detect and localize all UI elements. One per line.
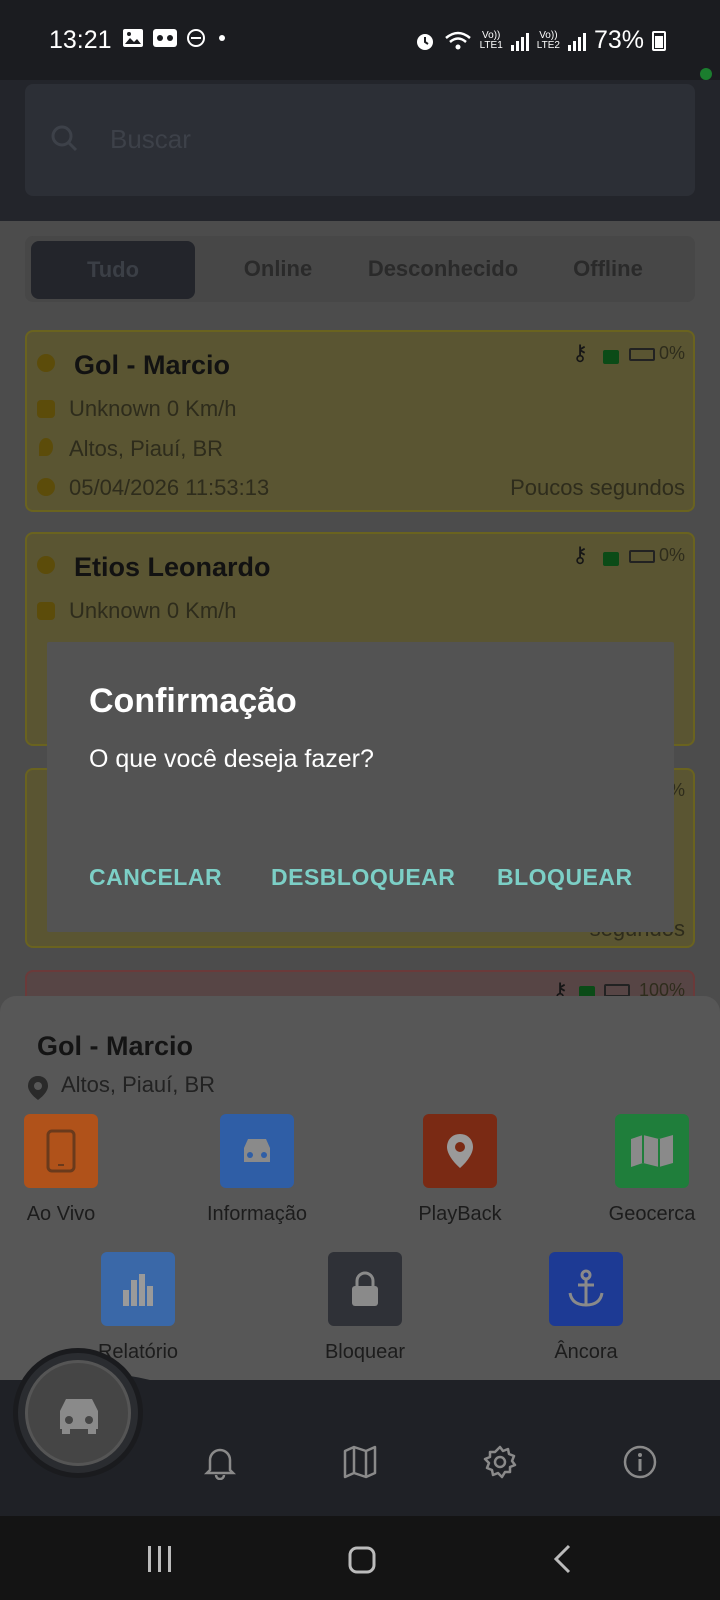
location-pin-icon [28,1076,48,1100]
status-unknown-icon [37,354,55,372]
car-icon [60,1399,98,1434]
car-icon [244,1139,270,1162]
anchor-icon [568,1269,604,1307]
cancel-button[interactable]: CANCELAR [89,864,222,891]
gear-icon[interactable] [482,1444,518,1480]
unlock-icon [603,552,619,566]
vehicle-card[interactable]: Gol - Marcio ⚷ 0% Unknown 0 Km/h Altos, … [25,330,695,512]
battery-icon [629,550,655,563]
vehicle-speed: Unknown 0 Km/h [69,396,237,421]
clock-icon [37,478,55,496]
battery-icon [652,30,666,51]
dialog-message: O que você deseja fazer? [89,745,374,773]
battery-icon [629,348,655,361]
info-icon[interactable] [622,1444,658,1480]
do-not-disturb-icon [187,29,205,47]
tab-desconhecido[interactable]: Desconhecido [350,236,536,302]
alarm-icon [416,33,433,50]
tab-tudo[interactable]: Tudo [31,241,195,299]
status-bar: 13:21 Vo)) LTE1 Vo)) LTE2 73% [0,0,720,80]
live-label: Ao Vivo [26,1203,96,1225]
lock-confirm-button[interactable]: BLOQUEAR [497,864,633,891]
speedometer-icon [37,602,55,620]
speedometer-icon [37,400,55,418]
bell-icon[interactable] [202,1444,238,1480]
lock-icon [352,1271,378,1306]
report-button[interactable] [101,1252,175,1326]
status-system-icons: Vo)) LTE1 Vo)) LTE2 73% [414,26,666,55]
dot-icon [219,35,225,41]
battery-level: 0% [658,343,685,363]
key-icon: ⚷ [572,340,589,365]
info-button[interactable] [220,1114,294,1188]
info-label: Informação [206,1203,308,1225]
search-icon [51,125,78,152]
playback-button[interactable] [423,1114,497,1188]
battery-percent: 73% [593,26,644,54]
location-pin-icon [447,1134,473,1168]
playback-label: PlayBack [418,1203,502,1225]
home-icon[interactable] [348,1546,376,1574]
vehicle-speed: Unknown 0 Km/h [69,598,237,623]
map-icon [631,1135,673,1167]
geofence-button[interactable] [615,1114,689,1188]
vehicle-datetime: 05/04/2026 11:53:13 [69,475,270,500]
map-icon[interactable] [342,1444,378,1480]
vehicle-location: Altos, Piauí, BR [69,436,224,461]
vehicle-name: Etios Leonardo [74,552,271,582]
battery-level: 0% [658,545,685,565]
phone-icon [46,1129,76,1173]
lte2-label: Vo)) LTE2 [536,29,560,51]
unlock-icon [603,350,619,364]
image-icon [123,29,143,47]
signal-icon [510,32,529,51]
tab-online[interactable]: Online [210,236,346,302]
sheet-location: Altos, Piauí, BR [61,1072,216,1097]
online-indicator [700,68,712,80]
vehicle-name: Gol - Marcio [74,350,231,380]
signal-icon [567,32,586,51]
lte1-label: Vo)) LTE1 [479,29,503,51]
voicemail-icon [153,29,177,47]
live-button[interactable] [24,1114,98,1188]
lock-button[interactable] [328,1252,402,1326]
tab-offline[interactable]: Offline [540,236,676,302]
status-unknown-icon [37,556,55,574]
status-notification-icons [122,28,230,48]
vehicles-fab[interactable] [25,1360,131,1466]
unlock-button[interactable]: DESBLOQUEAR [271,864,455,891]
dialog-title: Confirmação [89,682,297,720]
recent-apps-icon[interactable] [146,1546,174,1572]
location-pin-icon [39,438,53,456]
sheet-vehicle-name: Gol - Marcio [37,1031,194,1061]
confirmation-dialog: Confirmação O que você deseja fazer? CAN… [47,642,674,932]
system-nav-bar [0,1516,720,1600]
vehicle-last-update: Poucos segundos [510,475,685,500]
key-icon: ⚷ [572,542,589,567]
status-time: 13:21 [49,26,112,54]
search-input[interactable]: Buscar [110,124,191,155]
bar-chart-icon [123,1274,153,1306]
wifi-icon [444,31,471,49]
back-icon[interactable] [552,1544,572,1574]
geofence-label: Geocerca [608,1203,696,1225]
anchor-button[interactable] [549,1252,623,1326]
